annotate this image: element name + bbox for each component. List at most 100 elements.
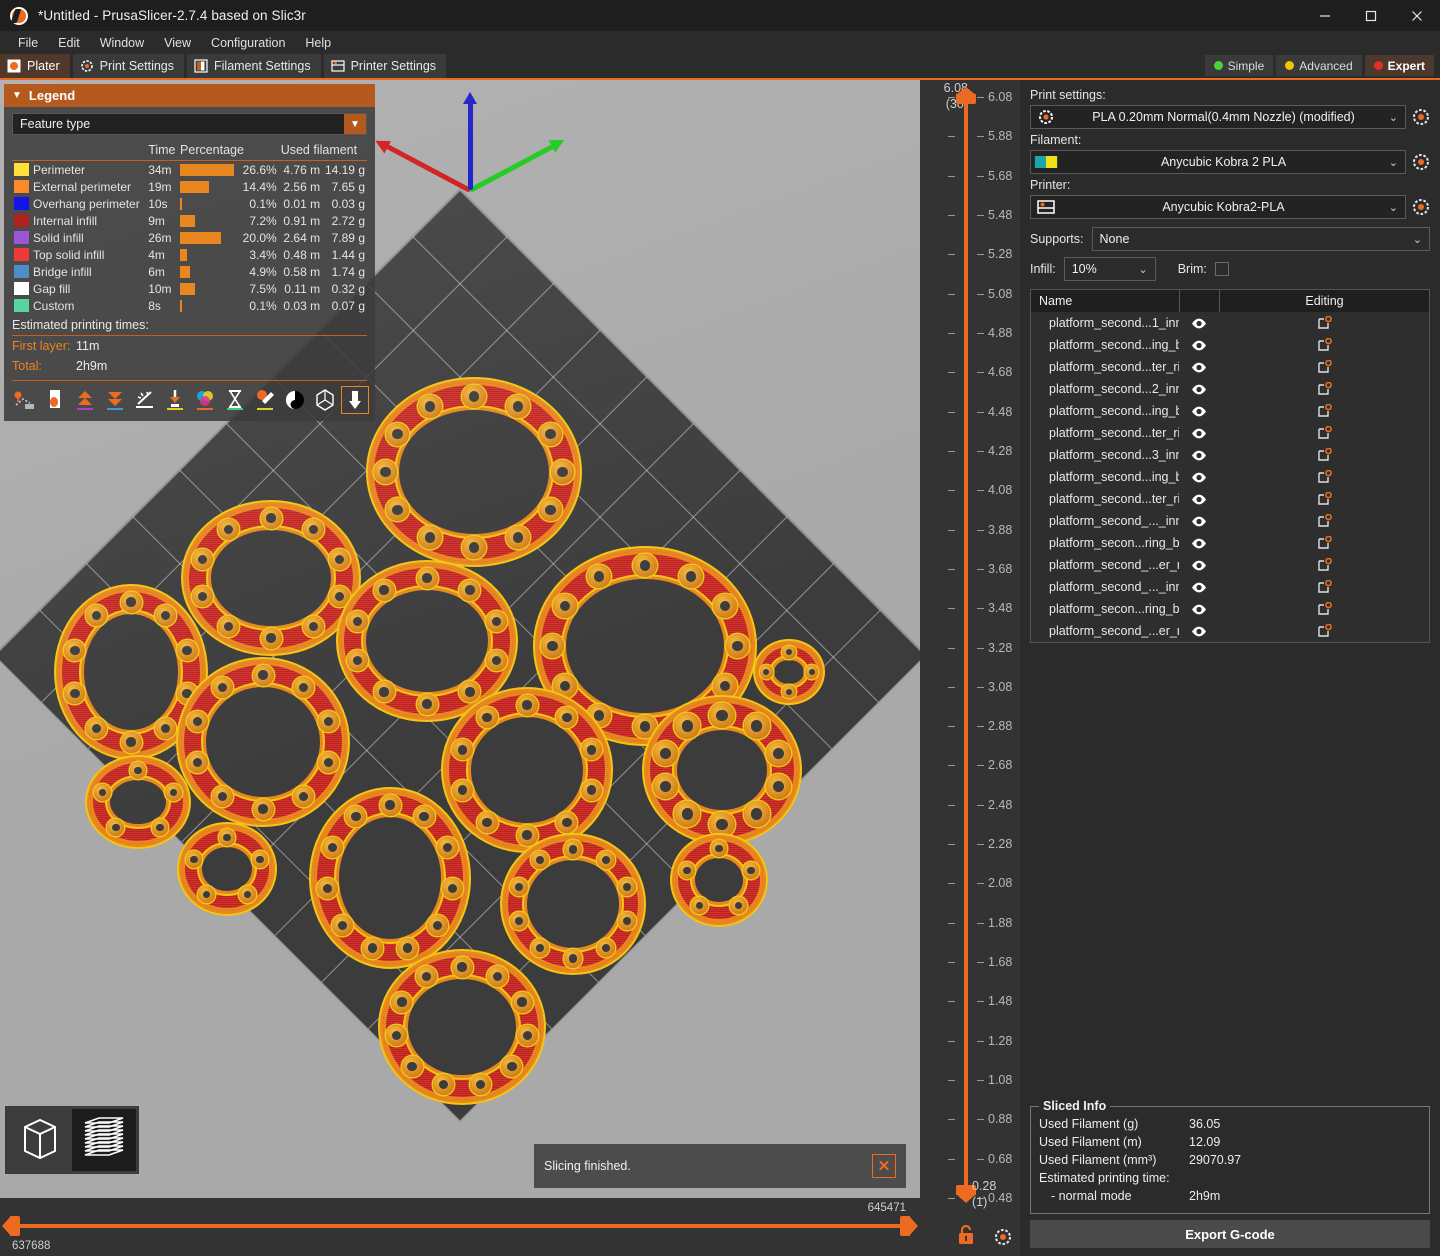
- filament-edit-icon[interactable]: [1412, 153, 1430, 171]
- object-list-row[interactable]: platform_second...ter_ring_top.stl: [1031, 356, 1429, 378]
- edit-object-icon[interactable]: [1219, 535, 1429, 551]
- legend-row[interactable]: Perimeter 34m 26.6% 4.76 m 14.19 g: [12, 161, 367, 179]
- edit-object-icon[interactable]: [1219, 425, 1429, 441]
- tool-changes-icon[interactable]: [162, 387, 188, 413]
- tool-marker-icon[interactable]: [312, 387, 338, 413]
- tab-plater[interactable]: Plater: [0, 54, 70, 78]
- retractions-icon[interactable]: [42, 387, 68, 413]
- visibility-eye-icon[interactable]: [1179, 362, 1219, 373]
- wipe-icon[interactable]: [132, 387, 158, 413]
- edit-object-icon[interactable]: [1219, 337, 1429, 353]
- hslider-track[interactable]: [16, 1224, 904, 1228]
- visibility-eye-icon[interactable]: [1179, 384, 1219, 395]
- edit-object-icon[interactable]: [1219, 513, 1429, 529]
- close-button[interactable]: [1394, 0, 1440, 32]
- menu-file[interactable]: File: [8, 34, 48, 52]
- 3d-viewport[interactable]: ▼ Legend Feature type ▼ Time Percentage …: [0, 80, 927, 1256]
- custom-gcodes-icon[interactable]: [252, 387, 278, 413]
- sliced-ring-object[interactable]: [314, 792, 466, 964]
- gear-icon[interactable]: [994, 1228, 1012, 1246]
- infill-combo[interactable]: 10% ⌄: [1063, 257, 1156, 281]
- edit-object-icon[interactable]: [1219, 359, 1429, 375]
- export-gcode-button[interactable]: Export G-code: [1030, 1220, 1430, 1248]
- visibility-eye-icon[interactable]: [1179, 494, 1219, 505]
- mode-expert-button[interactable]: Expert: [1364, 55, 1434, 76]
- visibility-eye-icon[interactable]: [1179, 406, 1219, 417]
- printer-edit-icon[interactable]: [1412, 198, 1430, 216]
- brim-checkbox[interactable]: [1214, 262, 1229, 276]
- hslider-left-thumb[interactable]: [2, 1216, 20, 1236]
- edit-object-icon[interactable]: [1219, 469, 1429, 485]
- chevron-down-icon[interactable]: ⌄: [1389, 111, 1398, 124]
- pause-prints-icon[interactable]: [222, 387, 248, 413]
- tab-filament-settings[interactable]: Filament Settings: [187, 54, 321, 78]
- legend-row[interactable]: Bridge infill 6m 4.9% 0.58 m 1.74 g: [12, 263, 367, 280]
- chevron-down-icon[interactable]: ⌄: [1138, 263, 1147, 276]
- visibility-eye-icon[interactable]: [1179, 626, 1219, 637]
- object-list-row[interactable]: platform_second...ter_ring_top.stl: [1031, 422, 1429, 444]
- visibility-eye-icon[interactable]: [1179, 450, 1219, 461]
- chevron-down-icon[interactable]: ▼: [344, 114, 366, 134]
- sliced-ring-object[interactable]: [758, 644, 820, 700]
- chevron-down-icon[interactable]: ⌄: [1389, 201, 1398, 214]
- color-changes-icon[interactable]: [192, 387, 218, 413]
- chevron-down-icon[interactable]: ⌄: [1413, 233, 1422, 246]
- legend-row[interactable]: Top solid infill 4m 3.4% 0.48 m 1.44 g: [12, 246, 367, 263]
- shells-icon[interactable]: [282, 387, 308, 413]
- object-list-row[interactable]: platform_second...ing_bottom.stl: [1031, 400, 1429, 422]
- sliced-ring-object[interactable]: [446, 692, 608, 848]
- layer-slider[interactable]: 6.08 (30) 6.08 5.88 5.68 5.48 5.28 5.08 4.88 4.…: [920, 80, 1020, 1256]
- object-list-row[interactable]: platform_second...ter_ring_top.stl: [1031, 488, 1429, 510]
- minimize-button[interactable]: [1302, 0, 1348, 32]
- object-list-row[interactable]: platform_second...2_inner_ring.stl: [1031, 378, 1429, 400]
- chevron-down-icon[interactable]: ⌄: [1389, 156, 1398, 169]
- legend-toggle-icon[interactable]: [341, 386, 369, 414]
- edit-object-icon[interactable]: [1219, 557, 1429, 573]
- edit-object-icon[interactable]: [1219, 315, 1429, 331]
- object-list-row[interactable]: platform_secon...ring_bottom.stl: [1031, 532, 1429, 554]
- object-list-row[interactable]: platform_second_..._inner_ring.stl: [1031, 510, 1429, 532]
- menu-view[interactable]: View: [154, 34, 201, 52]
- edit-object-icon[interactable]: [1219, 491, 1429, 507]
- view-type-combo[interactable]: Feature type ▼: [12, 113, 367, 135]
- object-list-row[interactable]: platform_secon...ring_bottom.stl: [1031, 598, 1429, 620]
- object-list-row[interactable]: platform_second...ing_bottom.stl: [1031, 466, 1429, 488]
- visibility-eye-icon[interactable]: [1179, 604, 1219, 615]
- object-list-row[interactable]: platform_second...3_inner_ring.stl: [1031, 444, 1429, 466]
- sliced-ring-object[interactable]: [341, 565, 513, 717]
- object-list-row[interactable]: platform_second...1_inner_ring.stl: [1031, 312, 1429, 334]
- menu-edit[interactable]: Edit: [48, 34, 90, 52]
- visibility-eye-icon[interactable]: [1179, 560, 1219, 571]
- object-list-row[interactable]: platform_second_...er_ring_top.stl: [1031, 620, 1429, 642]
- edit-object-icon[interactable]: [1219, 447, 1429, 463]
- sliced-ring-object[interactable]: [90, 760, 186, 844]
- menu-configuration[interactable]: Configuration: [201, 34, 295, 52]
- sliced-ring-object[interactable]: [675, 838, 763, 922]
- visibility-eye-icon[interactable]: [1179, 472, 1219, 483]
- supports-combo[interactable]: None ⌄: [1091, 227, 1430, 251]
- object-list-row[interactable]: platform_second_..._inner_ring.stl: [1031, 576, 1429, 598]
- sliced-ring-object[interactable]: [383, 954, 541, 1100]
- travel-paths-icon[interactable]: [12, 387, 38, 413]
- legend-header[interactable]: ▼ Legend: [4, 84, 375, 107]
- visibility-eye-icon[interactable]: [1179, 318, 1219, 329]
- sliced-ring-object[interactable]: [182, 827, 272, 911]
- sliced-ring-object[interactable]: [647, 700, 797, 840]
- unlocked-padlock-icon[interactable]: [956, 1224, 976, 1246]
- menu-help[interactable]: Help: [295, 34, 341, 52]
- tab-printer-settings[interactable]: Printer Settings: [323, 54, 447, 78]
- print-settings-edit-icon[interactable]: [1412, 108, 1430, 126]
- sliced-ring-object[interactable]: [505, 838, 641, 970]
- legend-row[interactable]: Solid infill 26m 20.0% 2.64 m 7.89 g: [12, 229, 367, 246]
- legend-row[interactable]: Custom 8s 0.1% 0.03 m 0.07 g: [12, 297, 367, 314]
- mode-simple-button[interactable]: Simple: [1204, 55, 1274, 76]
- visibility-eye-icon[interactable]: [1179, 516, 1219, 527]
- visibility-eye-icon[interactable]: [1179, 340, 1219, 351]
- visibility-eye-icon[interactable]: [1179, 582, 1219, 593]
- view-preview-button[interactable]: [72, 1109, 136, 1171]
- legend-row[interactable]: Internal infill 9m 7.2% 0.91 m 2.72 g: [12, 212, 367, 229]
- menu-window[interactable]: Window: [90, 34, 154, 52]
- horizontal-move-slider[interactable]: 645471 637688: [0, 1198, 920, 1256]
- object-list-row[interactable]: platform_second...ing_bottom.stl: [1031, 334, 1429, 356]
- legend-row[interactable]: External perimeter 19m 14.4% 2.56 m 7.65 g: [12, 178, 367, 195]
